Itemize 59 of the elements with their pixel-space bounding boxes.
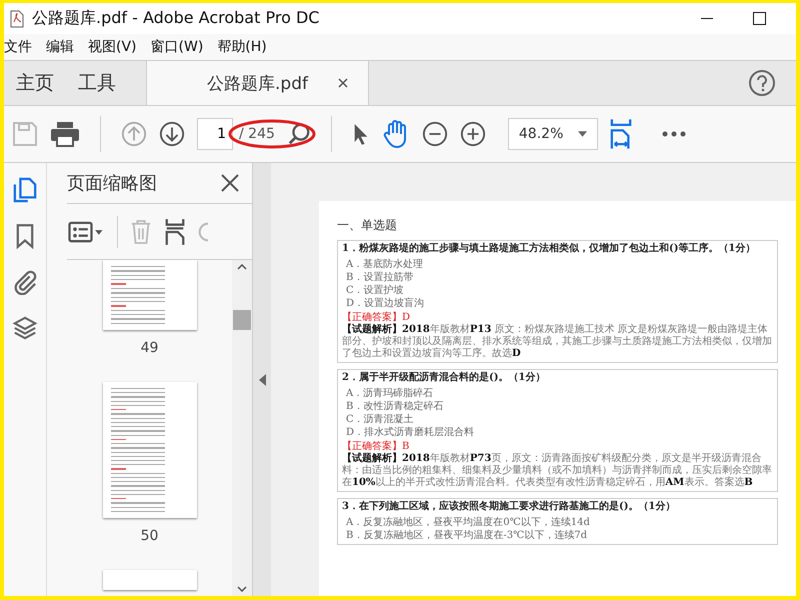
menu-item[interactable]: 文件 bbox=[4, 38, 32, 56]
answer-option: A．反复冻融地区，昼夜平均温度在0℃以下，连续14d bbox=[342, 516, 773, 528]
help-icon[interactable] bbox=[748, 69, 776, 97]
close-icon[interactable] bbox=[220, 173, 240, 193]
answer-explanation: 【试题解析】2018年版教材P73页，原文：沥青路面按矿料级配分类，原文是半开级沥青混合料：由适当比例的粗集料、细集料及少量填料（或不加填料）与沥青拌制而成，压实后剩余空隙率在10%以上的半开式改性沥青混合料。代表类型有改性沥青稳定碎石，用AM表示。答案选B bbox=[342, 453, 773, 489]
window-title: 公路题库.pdf - Adobe Acrobat Pro DC bbox=[32, 8, 320, 29]
page-thumbnail[interactable] bbox=[102, 260, 196, 330]
maximize-button[interactable] bbox=[753, 12, 766, 25]
layers-icon[interactable] bbox=[12, 315, 38, 341]
pages-icon[interactable] bbox=[13, 177, 37, 203]
question-text: 1．粉煤灰路堤的施工步骤与填土路堤施工方法相类似，仅增加了包边土和()等工序。（1分） bbox=[342, 243, 756, 256]
scroll-down-icon[interactable] bbox=[237, 586, 247, 592]
answer-option: A．沥青玛碲脂碎石 bbox=[342, 386, 773, 400]
answer-option: C．沥青混凝土 bbox=[342, 412, 773, 426]
zoom-dropdown[interactable]: 48.2% bbox=[508, 118, 598, 150]
scroll-up-icon[interactable] bbox=[237, 264, 247, 270]
tab[interactable]: 主页 bbox=[4, 61, 66, 105]
extract-page-icon[interactable] bbox=[164, 218, 186, 244]
options-menu-icon[interactable] bbox=[67, 220, 105, 242]
menu-item[interactable]: 窗口(W) bbox=[150, 38, 204, 56]
question-text: 3．在下列施工区域，应该按照冬期施工要求进行路基施工的是()。（1分） bbox=[342, 501, 676, 514]
print-icon[interactable] bbox=[50, 121, 80, 147]
answer-option: B．反复冻融地区，昼夜平均温度在-3℃以下，连续7d bbox=[342, 528, 773, 542]
answer-option: D．设置边坡盲沟 bbox=[342, 296, 773, 310]
menu-item[interactable]: 编辑 bbox=[46, 38, 74, 56]
close-icon[interactable] bbox=[338, 78, 348, 88]
more-icon[interactable] bbox=[662, 131, 686, 137]
menu-item[interactable]: 帮助(H) bbox=[217, 38, 267, 56]
section-heading: 一、单选题 bbox=[337, 217, 398, 234]
page-count: / 245 bbox=[239, 126, 275, 142]
collapse-panel-handle[interactable] bbox=[252, 163, 271, 596]
page-thumbnail[interactable] bbox=[102, 570, 196, 590]
scrollbar-thumb[interactable] bbox=[233, 310, 251, 330]
caret-icon bbox=[578, 131, 587, 137]
pointer-icon[interactable] bbox=[352, 122, 370, 146]
search-icon[interactable] bbox=[286, 122, 311, 146]
bookmark-icon[interactable] bbox=[16, 223, 34, 249]
page-thumbnail[interactable] bbox=[102, 382, 196, 518]
pdf-file-icon bbox=[10, 10, 24, 28]
page-number-field[interactable]: 1 bbox=[197, 118, 233, 150]
correct-answer: 【正确答案】B bbox=[342, 440, 410, 452]
menu-item[interactable]: 视图(V) bbox=[88, 38, 137, 56]
fit-width-icon[interactable] bbox=[610, 119, 632, 149]
tab[interactable]: 工具 bbox=[66, 61, 128, 105]
tab[interactable]: 公路题库.pdf bbox=[146, 61, 369, 105]
answer-option: B．改性沥青稳定碎石 bbox=[342, 400, 773, 412]
paperclip-icon[interactable] bbox=[13, 269, 37, 295]
panel-title: 页面缩略图 bbox=[67, 172, 157, 195]
question-text: 2．属于半开级配沥青混合料的是()。（1分） bbox=[342, 372, 546, 384]
answer-option: C．设置护坡 bbox=[342, 284, 773, 296]
answer-option: A．基底防水处理 bbox=[342, 258, 773, 270]
zoom-in-icon[interactable] bbox=[460, 121, 486, 147]
correct-answer: 【正确答案】D bbox=[342, 312, 412, 324]
page-number-label: 50 bbox=[140, 528, 158, 544]
answer-explanation: 【试题解析】2018年版教材P13 原文：粉煤灰路堤施工技术 原文是粉煤灰路堤一般由路堤主体部分、护坡和封顶以及隔离层、排水系统等组成，其施工步骤与土质路堤施工方法相类似，仅增加了包边土和设置边坡盲沟等工序。故选D bbox=[342, 324, 773, 360]
zoom-out-icon[interactable] bbox=[422, 121, 448, 147]
page-number-label: 49 bbox=[140, 340, 158, 356]
answer-option: D．排水式沥青磨耗层混合料 bbox=[342, 426, 773, 438]
answer-option: B．设置拉筋带 bbox=[342, 270, 773, 284]
